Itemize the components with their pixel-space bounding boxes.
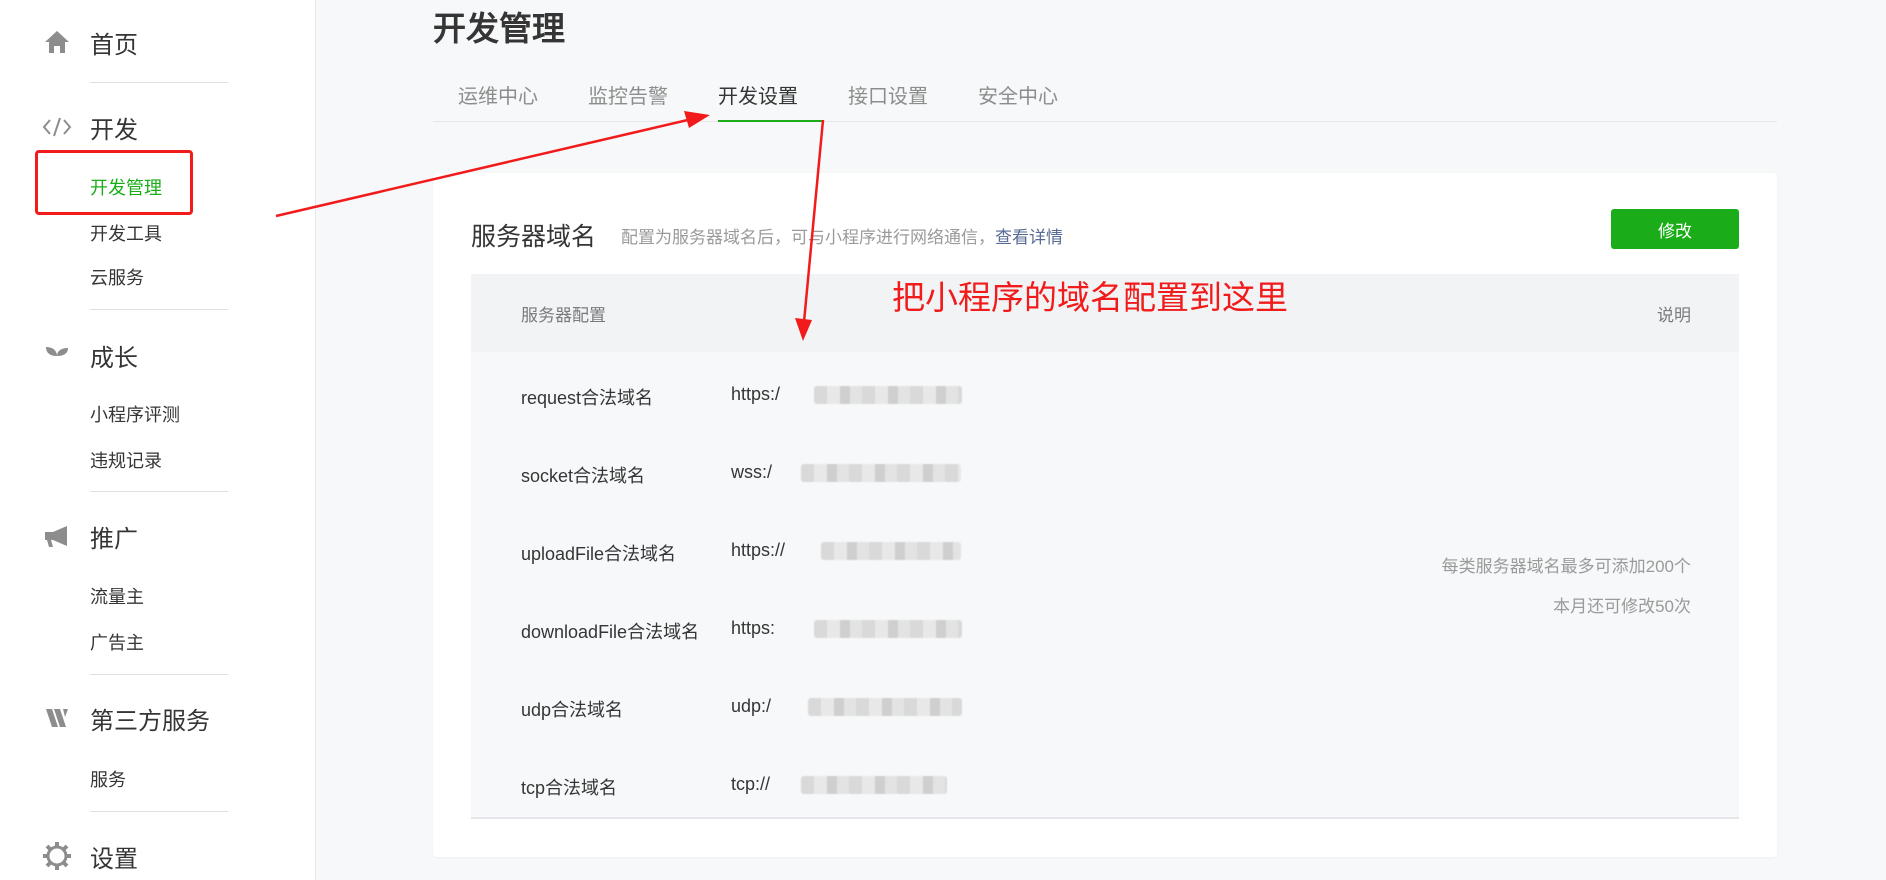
sidebar-item-violations[interactable]: 违规记录 [90, 449, 162, 473]
megaphone-icon [40, 519, 74, 553]
redacted-domain [814, 386, 962, 404]
code-icon [40, 110, 74, 144]
tab-ops-center[interactable]: 运维中心 [458, 80, 538, 122]
table-row: socket合法域名 wss:/ [471, 437, 1739, 515]
nav-divider [90, 491, 228, 492]
row-domain-prefix: https: [731, 618, 776, 638]
annotation-text: 把小程序的域名配置到这里 [892, 279, 1288, 316]
redacted-domain [801, 464, 961, 482]
modify-limit-note: 本月还可修改50次 [1553, 597, 1691, 616]
row-domain-prefix: tcp:// [731, 774, 771, 794]
sprout-icon [40, 338, 74, 372]
tab-api-settings[interactable]: 接口设置 [848, 80, 928, 122]
page-title: 开发管理 [433, 10, 565, 47]
row-label: downloadFile合法域名 [521, 622, 700, 642]
sidebar-item-promote[interactable]: 推广 [40, 516, 138, 556]
table-row: downloadFile合法域名 https: [471, 593, 1739, 671]
row-domain-prefix: https:/ [731, 384, 781, 404]
nav-divider [90, 309, 228, 310]
sidebar-item-traffic-owner[interactable]: 流量主 [90, 585, 144, 609]
redacted-domain [801, 776, 947, 794]
column-header-note: 说明 [1657, 306, 1691, 325]
row-label: udp合法域名 [521, 700, 624, 720]
gear-icon [40, 839, 74, 873]
sidebar-item-home-label: 首页 [90, 31, 138, 59]
row-domain-prefix: wss:/ [731, 462, 773, 482]
tab-bar: 运维中心 监控告警 开发设置 接口设置 安全中心 [433, 78, 1777, 122]
sidebar-item-advertiser[interactable]: 广告主 [90, 631, 144, 655]
domain-limit-note: 每类服务器域名最多可添加200个 [1441, 557, 1691, 576]
row-label: socket合法域名 [521, 466, 646, 486]
nav-divider [90, 674, 228, 675]
edit-button[interactable]: 修改 [1611, 209, 1739, 249]
domain-table: 服务器配置 说明 request合法域名 https:/ socket合法域名 … [471, 274, 1739, 819]
redacted-domain [814, 620, 962, 638]
sidebar-item-promote-label: 推广 [90, 525, 138, 553]
card-description: 配置为服务器域名后，可与小程序进行网络通信，查看详情 [621, 223, 1063, 248]
redacted-domain [821, 542, 961, 560]
card-title: 服务器域名 [471, 223, 597, 251]
sidebar-item-settings[interactable]: 设置 [40, 836, 138, 876]
third-party-icon [40, 701, 74, 735]
table-bottom-border [471, 817, 1739, 819]
sidebar-item-third-party-label: 第三方服务 [90, 707, 210, 735]
tab-monitoring[interactable]: 监控告警 [588, 80, 668, 122]
view-details-link[interactable]: 查看详情 [995, 228, 1063, 247]
nav-divider [90, 82, 228, 83]
sidebar-item-cloud-service[interactable]: 云服务 [90, 266, 144, 290]
sidebar-item-growth[interactable]: 成长 [40, 335, 138, 375]
sidebar-item-review[interactable]: 小程序评测 [90, 403, 180, 427]
nav-divider [90, 811, 228, 812]
table-row: tcp合法域名 tcp:// [471, 749, 1739, 827]
home-icon [40, 25, 74, 59]
column-header-config: 服务器配置 [521, 306, 606, 325]
sidebar-item-dev-tools[interactable]: 开发工具 [90, 222, 162, 246]
sidebar-item-dev[interactable]: 开发 [40, 107, 138, 147]
redacted-domain [808, 698, 962, 716]
row-label: request合法域名 [521, 388, 654, 408]
row-label: uploadFile合法域名 [521, 544, 677, 564]
sidebar-item-services[interactable]: 服务 [90, 768, 126, 792]
sidebar-item-third-party[interactable]: 第三方服务 [40, 698, 210, 738]
annotation-highlight-box [35, 150, 193, 215]
sidebar: 首页 开发 开发管理 开发工具 云服务 成长 小程序评测 违规记录 推广 流量主… [0, 0, 316, 880]
row-label: tcp合法域名 [521, 778, 618, 798]
sidebar-item-settings-label: 设置 [90, 845, 138, 873]
card-description-text: 配置为服务器域名后，可与小程序进行网络通信， [621, 228, 995, 247]
tab-security-center[interactable]: 安全中心 [978, 80, 1058, 122]
sidebar-item-home[interactable]: 首页 [40, 22, 138, 62]
table-row: request合法域名 https:/ [471, 359, 1739, 437]
table-row: udp合法域名 udp:/ [471, 671, 1739, 749]
sidebar-item-dev-label: 开发 [90, 116, 138, 144]
row-domain-prefix: https:// [731, 540, 786, 560]
row-domain-prefix: udp:/ [731, 696, 772, 716]
sidebar-item-growth-label: 成长 [90, 344, 138, 372]
tab-dev-settings[interactable]: 开发设置 [718, 80, 824, 122]
